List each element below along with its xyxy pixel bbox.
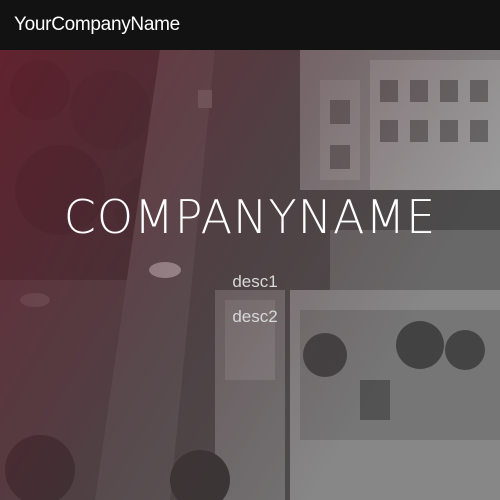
hero-description-2: desc2: [232, 307, 278, 326]
hero-section: COMPANYNAME desc1 desc2: [0, 50, 500, 500]
brand-link[interactable]: YourCompanyName: [14, 14, 180, 36]
hero-description-1: desc1: [232, 272, 278, 291]
top-navbar: YourCompanyName: [0, 0, 500, 50]
hero-title: COMPANYNAME: [63, 190, 437, 244]
